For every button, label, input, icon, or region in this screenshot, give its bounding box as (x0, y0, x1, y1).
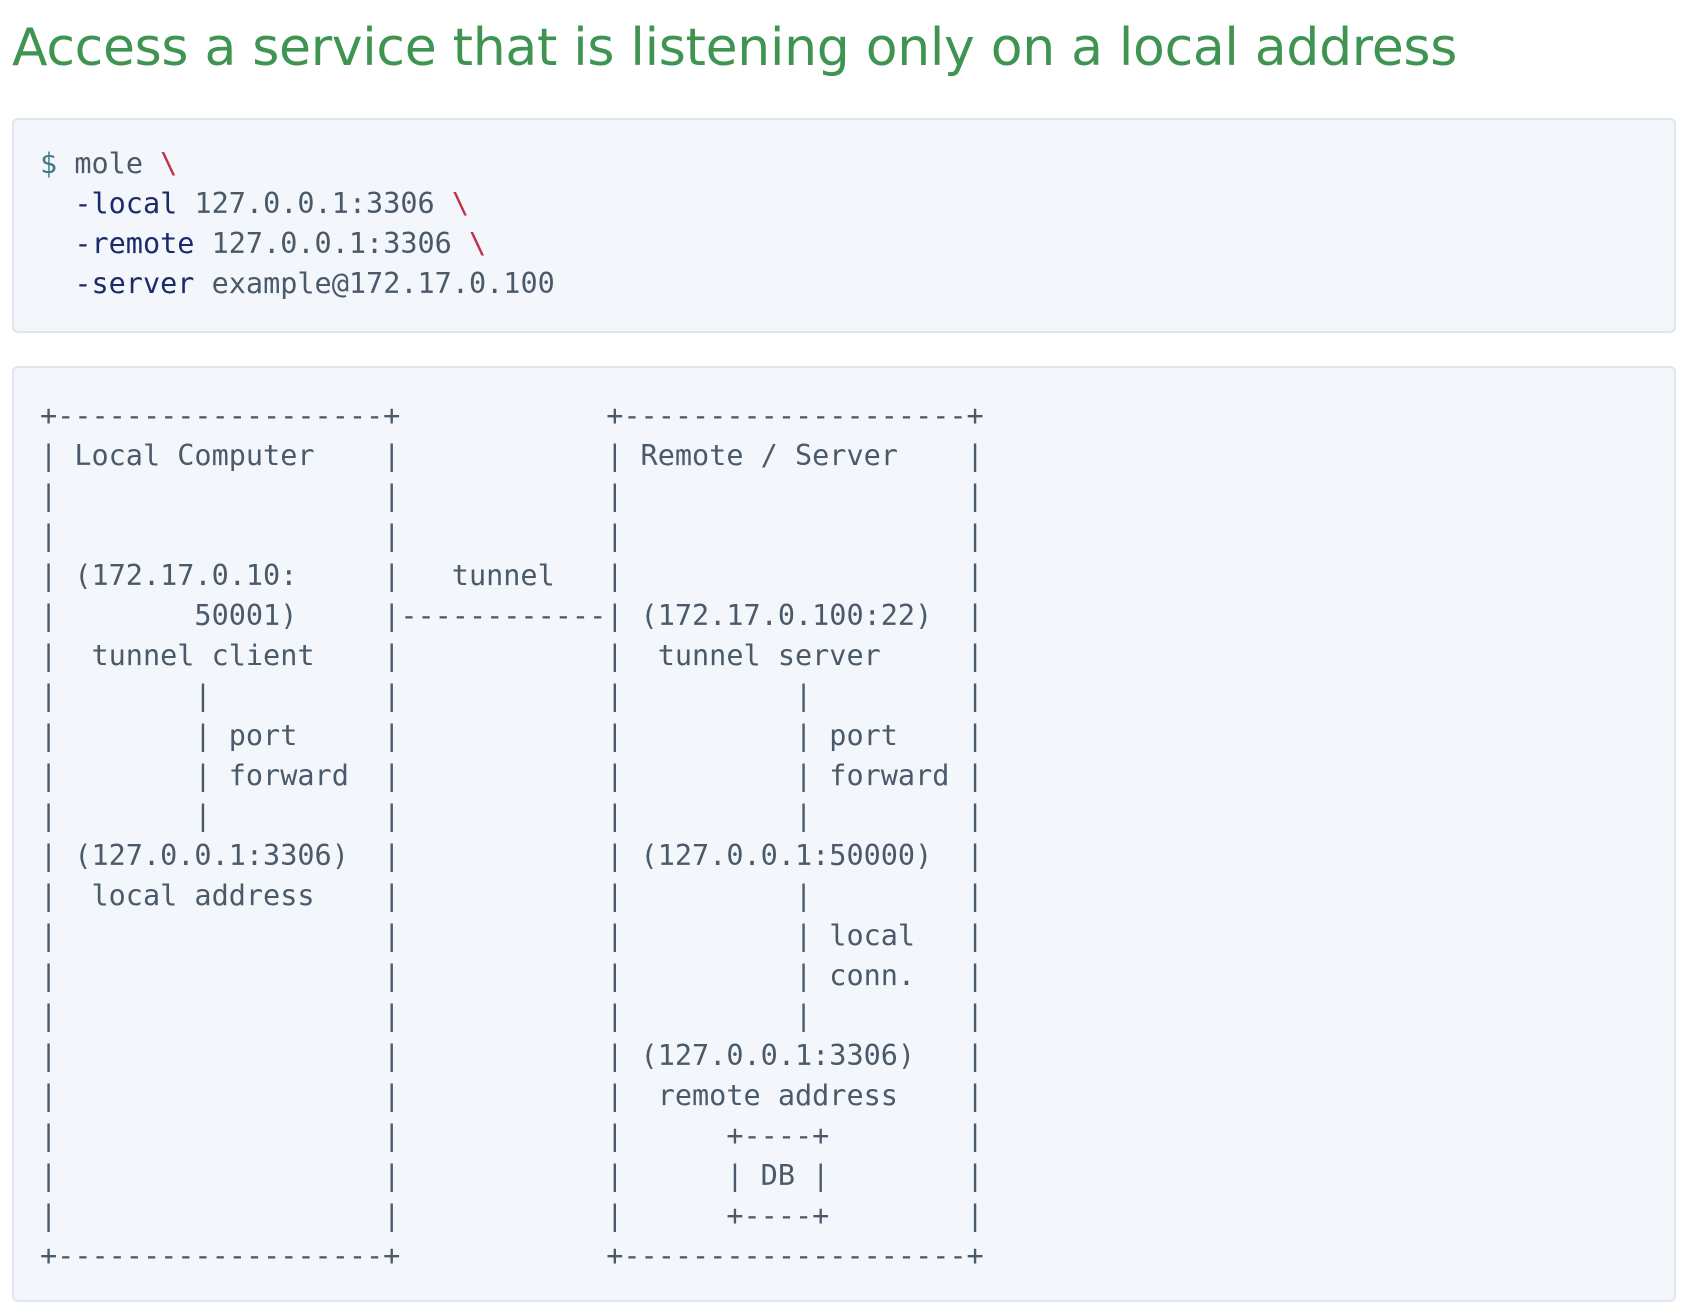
line-continuation: \ (451, 187, 470, 220)
diagram-line: | | forward | | | forward | (40, 759, 984, 792)
diagram-line: +-------------------+ +-----------------… (40, 1239, 984, 1272)
diagram-line: | | | | | | (40, 799, 984, 832)
diagram-line: | | | | | (40, 999, 984, 1032)
shell-prompt: $ (40, 147, 58, 180)
diagram-line: +-------------------+ +-----------------… (40, 399, 984, 432)
command-code-block[interactable]: $ mole \ -local 127.0.0.1:3306 \ -remote… (12, 118, 1676, 333)
diagram-line: | | | remote address | (40, 1079, 984, 1112)
diagram-line: | (172.17.0.10: | tunnel | | (40, 559, 984, 592)
diagram-line: | | | (127.0.0.1:3306) | (40, 1039, 984, 1072)
command-line-4: -server example@172.17.0.100 (40, 264, 1674, 304)
diagram-line: | | | | (40, 479, 984, 512)
line-continuation: \ (160, 147, 178, 180)
flag-local-value: 127.0.0.1:3306 (194, 187, 435, 220)
command-line-1: $ mole \ (40, 144, 1674, 184)
ascii-diagram-block[interactable]: +-------------------+ +-----------------… (12, 366, 1676, 1302)
diagram-line: | | | +----+ | (40, 1119, 984, 1152)
diagram-line: | | | | conn. | (40, 959, 984, 992)
diagram-line: | | | | (40, 519, 984, 552)
diagram-line: | | port | | | port | (40, 719, 984, 752)
diagram-line: | 50001) |------------| (172.17.0.100:22… (40, 599, 984, 632)
flag-server-value: example@172.17.0.100 (211, 267, 555, 300)
diagram-line: | Local Computer | | Remote / Server | (40, 439, 984, 472)
diagram-line: | local address | | | | (40, 879, 984, 912)
command-line-2: -local 127.0.0.1:3306 \ (40, 184, 1674, 224)
flag-remote-value: 127.0.0.1:3306 (211, 227, 452, 260)
page: Access a service that is listening only … (12, 0, 1676, 1302)
flag-server: -server (74, 267, 195, 300)
diagram-line: | | | | | | (40, 679, 984, 712)
flag-local: -local (74, 187, 178, 220)
section-heading: Access a service that is listening only … (12, 18, 1457, 78)
flag-remote: -remote (74, 227, 195, 260)
command-program: mole (74, 147, 143, 180)
diagram-line: | tunnel client | | tunnel server | (40, 639, 984, 672)
command-line-3: -remote 127.0.0.1:3306 \ (40, 224, 1674, 264)
diagram-line: | (127.0.0.1:3306) | | (127.0.0.1:50000)… (40, 839, 984, 872)
line-continuation: \ (469, 227, 487, 260)
diagram-line: | | | +----+ | (40, 1199, 984, 1232)
diagram-line: | | | | DB | | (40, 1159, 984, 1192)
diagram-line: | | | | local | (40, 919, 984, 952)
